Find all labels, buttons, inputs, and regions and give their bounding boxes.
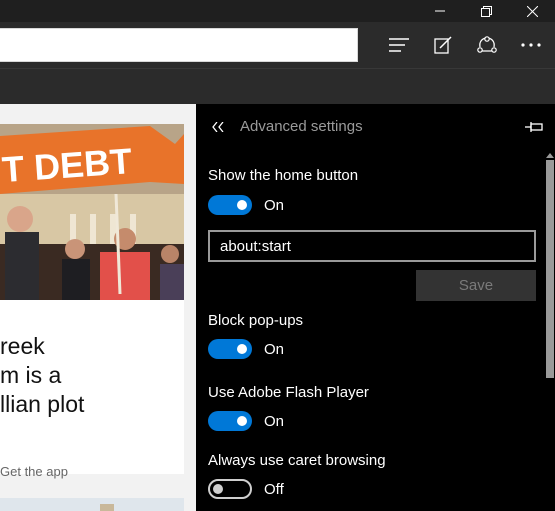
- pin-button[interactable]: [523, 118, 545, 136]
- more-button[interactable]: [514, 29, 548, 61]
- web-note-icon: [434, 36, 452, 54]
- home-button-state: On: [264, 196, 285, 214]
- caret-browsing-label: Always use caret browsing: [208, 452, 386, 469]
- home-button-label: Show the home button: [208, 167, 359, 184]
- news-photo: T DEBT: [0, 124, 184, 300]
- hub-icon: [389, 38, 409, 52]
- news-card[interactable]: T DEBT reek m is a llian plot Get the ap…: [0, 124, 184, 479]
- next-news-card[interactable]: [0, 498, 184, 511]
- caret-browsing-toggle[interactable]: [208, 479, 252, 499]
- get-app-link[interactable]: Get the app: [0, 464, 184, 479]
- minimize-button[interactable]: [417, 0, 463, 22]
- web-note-button[interactable]: [426, 29, 460, 61]
- home-url-input[interactable]: [208, 230, 536, 262]
- flash-toggle[interactable]: [208, 411, 252, 431]
- scroll-up-icon: [546, 152, 554, 158]
- share-icon: [477, 36, 497, 53]
- title-bar: [0, 0, 555, 22]
- favorites-strip: [0, 68, 555, 104]
- browser-toolbar: [0, 22, 555, 68]
- flash-toggle-row: On: [208, 411, 284, 431]
- news-headline[interactable]: reek m is a llian plot: [0, 332, 184, 419]
- address-bar[interactable]: [0, 28, 358, 62]
- restore-icon: [480, 5, 492, 17]
- scrollbar-thumb[interactable]: [546, 160, 554, 378]
- double-chevron-left-icon: [212, 122, 224, 132]
- close-button[interactable]: [509, 0, 555, 22]
- pin-icon: [525, 122, 543, 132]
- back-button[interactable]: [206, 116, 230, 138]
- more-icon: [521, 43, 541, 47]
- hub-button[interactable]: [382, 29, 416, 61]
- flash-label: Use Adobe Flash Player: [208, 384, 369, 401]
- pane-header: Advanced settings: [196, 104, 555, 150]
- web-page: T DEBT reek m is a llian plot Get the ap…: [0, 104, 196, 511]
- share-button[interactable]: [470, 29, 504, 61]
- caret-browsing-state: Off: [264, 480, 284, 498]
- advanced-settings-pane: Advanced settings Show the home button O…: [196, 104, 555, 511]
- restore-button[interactable]: [463, 0, 509, 22]
- close-icon: [526, 5, 538, 17]
- block-popups-label: Block pop-ups: [208, 312, 304, 329]
- flash-state: On: [264, 412, 285, 430]
- pane-title: Advanced settings: [240, 118, 363, 135]
- block-popups-toggle-row: On: [208, 339, 284, 359]
- home-button-toggle-row: On: [208, 195, 284, 215]
- block-popups-state: On: [264, 340, 285, 358]
- minimize-icon: [435, 10, 445, 12]
- block-popups-toggle[interactable]: [208, 339, 252, 359]
- caret-browsing-toggle-row: Off: [208, 479, 284, 499]
- home-button-toggle[interactable]: [208, 195, 252, 215]
- scroll-up-button[interactable]: [546, 150, 554, 160]
- save-button[interactable]: Save: [416, 270, 536, 301]
